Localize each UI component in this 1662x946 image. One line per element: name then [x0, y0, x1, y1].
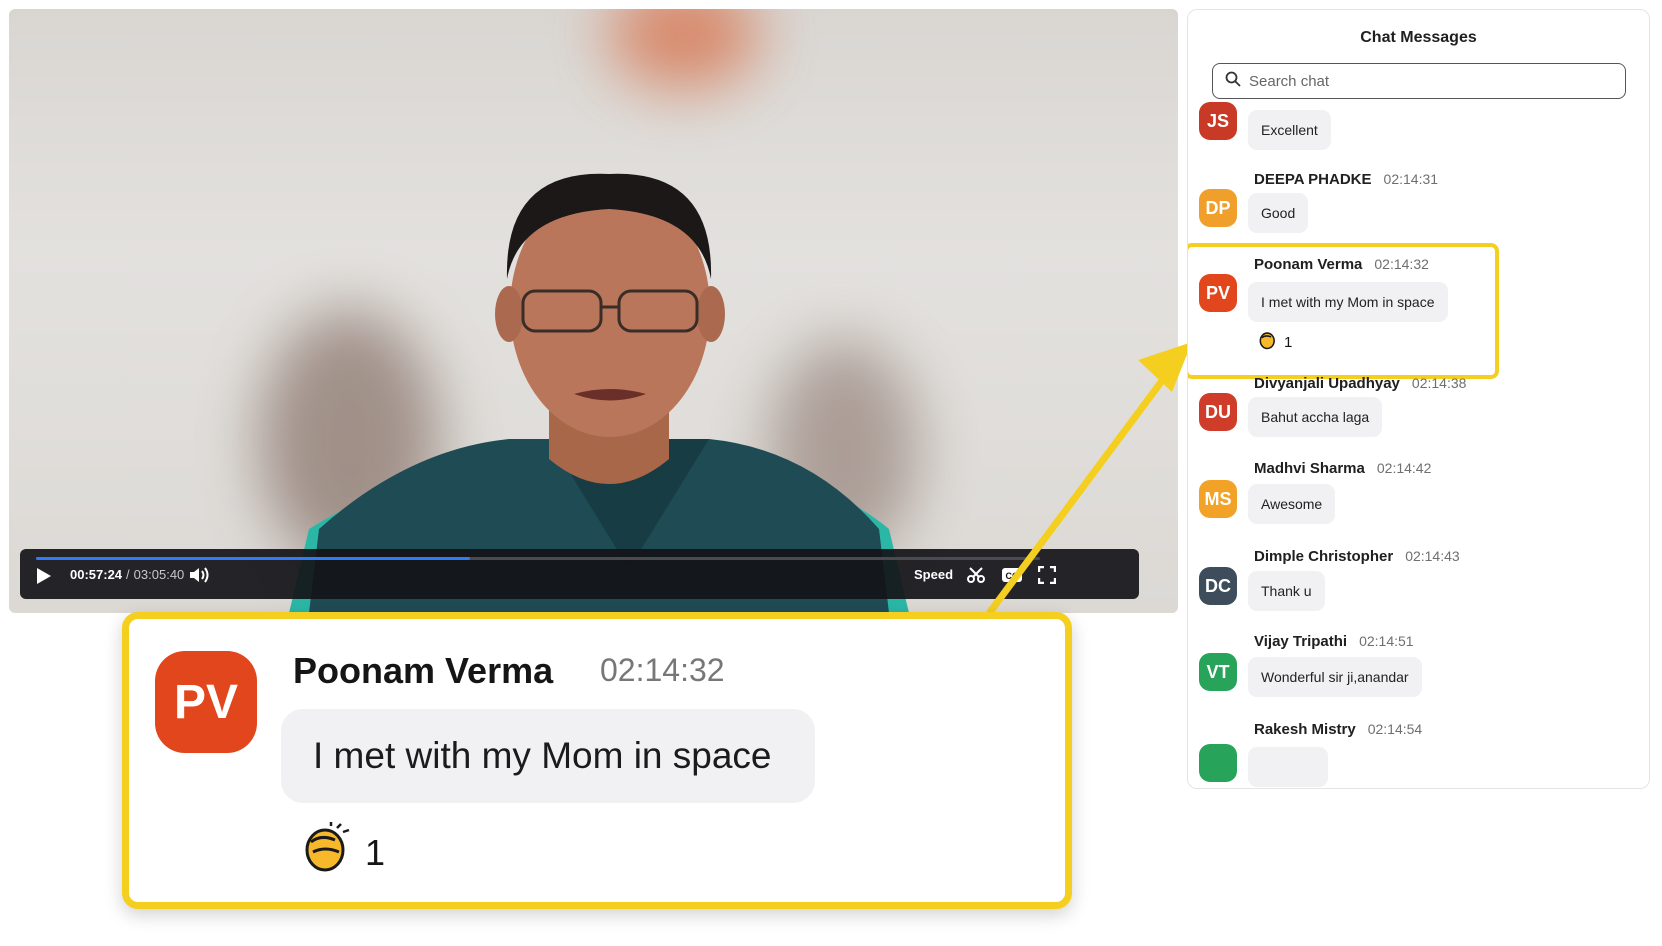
message-bubble: Wonderful sir ji,anandar: [1248, 657, 1422, 697]
player-control-bar: 00:57:24 / 03:05:40 Speed CC: [20, 549, 1139, 599]
total-time: 03:05:40: [133, 567, 185, 582]
sender-name: Poonam Verma: [293, 650, 554, 691]
sender-name: Dimple Christopher 02:14:43: [1254, 548, 1460, 565]
cc-icon: CC: [1001, 566, 1023, 584]
clapping-hands-icon: [1258, 330, 1278, 354]
message-bubble: Excellent: [1248, 110, 1331, 150]
reaction-count: 1: [1284, 333, 1293, 351]
sender-name: Madhvi Sharma 02:14:42: [1254, 460, 1432, 477]
message-bubble: [1248, 747, 1328, 787]
avatar: [1199, 744, 1237, 782]
message-bubble: Good: [1248, 193, 1309, 233]
time-display: 00:57:24 / 03:05:40: [70, 567, 184, 582]
message-time: 02:14:32: [1374, 256, 1429, 272]
progress-fill: [36, 557, 470, 560]
search-input[interactable]: [1249, 72, 1609, 90]
captions-button[interactable]: CC: [1001, 566, 1023, 584]
avatar: JS: [1199, 102, 1237, 140]
speaker-video-frame: [289, 173, 909, 613]
message-bubble: Bahut accha laga: [1248, 397, 1383, 437]
avatar: MS: [1199, 480, 1237, 518]
sender-name: Divyanjali Upadhyay 02:14:38: [1254, 375, 1467, 392]
message-time: 02:14:32: [600, 652, 725, 688]
message-time: 02:14:54: [1367, 721, 1423, 737]
play-button[interactable]: [36, 567, 52, 585]
sender-name: Poonam Verma 02:14:32: [1254, 256, 1429, 273]
message-time: 02:14:43: [1405, 548, 1460, 564]
message-time: 02:14:51: [1359, 633, 1414, 649]
avatar: PV: [155, 651, 257, 753]
reaction[interactable]: 1: [301, 822, 385, 883]
time-separator: /: [126, 567, 130, 582]
search-icon: [1225, 71, 1241, 92]
reaction-count: 1: [365, 831, 386, 873]
zoomed-message-callout: PV Poonam Verma 02:14:32 I met with my M…: [122, 612, 1072, 909]
volume-button[interactable]: [188, 566, 210, 584]
fullscreen-icon: [1038, 566, 1056, 584]
avatar: DP: [1199, 189, 1237, 227]
message-time: 02:14:31: [1383, 171, 1439, 187]
play-icon: [36, 567, 52, 585]
sender-name: Rakesh Mistry 02:14:54: [1254, 721, 1423, 738]
message-time: 02:14:38: [1411, 375, 1467, 391]
progress-bar[interactable]: [36, 557, 1040, 560]
current-time: 00:57:24: [70, 567, 123, 582]
sender-name: Vijay Tripathi 02:14:51: [1254, 633, 1414, 650]
sender-name: DEEPA PHADKE 02:14:31: [1254, 171, 1439, 188]
avatar: DU: [1199, 393, 1237, 431]
chat-title: Chat Messages: [1360, 29, 1477, 46]
clapping-hands-icon: [301, 822, 353, 883]
message-bubble: I met with my Mom in space: [1248, 282, 1448, 322]
chat-panel: Chat Messages JS Excellent DEEPA PHADKE0…: [1187, 9, 1650, 789]
message-bubble: Awesome: [1248, 484, 1336, 524]
message-bubble: I met with my Mom in space: [281, 709, 815, 803]
avatar: PV: [1199, 274, 1237, 312]
search-box[interactable]: [1212, 63, 1626, 99]
avatar: DC: [1199, 567, 1237, 605]
fullscreen-button[interactable]: [1038, 566, 1056, 584]
scissors-icon: [966, 566, 986, 584]
svg-text:CC: CC: [1006, 571, 1019, 581]
volume-icon: [188, 566, 210, 584]
avatar: VT: [1199, 653, 1237, 691]
reaction[interactable]: 1: [1258, 330, 1292, 354]
speed-button[interactable]: Speed: [914, 567, 953, 582]
video-player[interactable]: 00:57:24 / 03:05:40 Speed CC: [9, 9, 1178, 613]
clip-button[interactable]: [966, 566, 986, 584]
message-time: 02:14:42: [1376, 460, 1432, 476]
message-bubble: Thank u: [1248, 571, 1325, 611]
